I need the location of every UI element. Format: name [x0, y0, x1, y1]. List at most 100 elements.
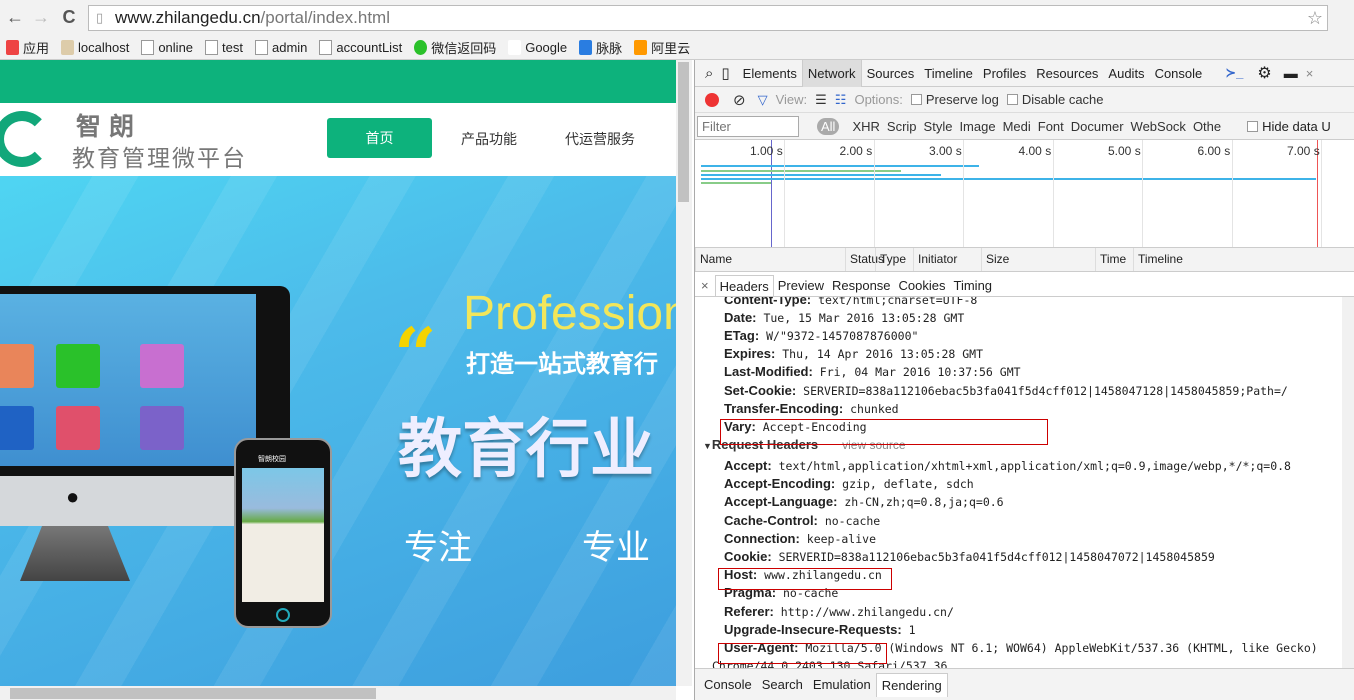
filter-bar: All XHR Scrip Style Image Medi Font Documer Web…	[695, 113, 1354, 140]
detail-tab-preview[interactable]: Preview	[774, 275, 828, 296]
column-time[interactable]: Time	[1095, 248, 1126, 271]
nav-products[interactable]: 产品功能	[461, 129, 517, 149]
header-row: Date: Tue, 15 Mar 2016 13:05:28 GMT	[724, 310, 964, 326]
drawer-tab-console[interactable]: Console	[699, 673, 757, 697]
bookmark-item[interactable]: Google	[508, 39, 568, 55]
filter-icon[interactable]: ▽	[758, 92, 768, 108]
highlight-box	[718, 643, 887, 664]
back-button[interactable]: ←	[4, 6, 26, 28]
logo-icon[interactable]	[0, 111, 50, 167]
header-name: Accept:	[724, 458, 772, 473]
detail-tab-timing[interactable]: Timing	[950, 275, 997, 296]
bookmark-item[interactable]: 应用	[6, 38, 49, 57]
filter-type-scrip[interactable]: Scrip	[887, 119, 917, 134]
header-row: Cookie: SERVERID=838a112106ebac5b3fa041f…	[724, 549, 1215, 565]
header-row: Cache-Control: no-cache	[724, 513, 880, 529]
nav-services[interactable]: 代运营服务	[565, 129, 635, 149]
bookmark-item[interactable]: 阿里云	[634, 38, 690, 57]
phone-image: 智朗校园	[234, 438, 332, 628]
filter-type-image[interactable]: Image	[959, 119, 995, 134]
disable-cache-checkbox[interactable]: Disable cache	[1006, 92, 1104, 107]
timeline-gridline	[1142, 140, 1143, 247]
reload-button[interactable]: C	[58, 6, 80, 28]
clear-icon[interactable]: ⊘	[733, 91, 746, 109]
hero-headline: Profession	[463, 287, 676, 340]
filter-input[interactable]	[697, 115, 799, 137]
filter-type-style[interactable]: Style	[924, 119, 953, 134]
column-name[interactable]: Name	[695, 248, 732, 271]
tab-sources[interactable]: Sources	[862, 60, 920, 87]
bookmarks-bar: 应用 localhost online test admin accountList 微信返…	[0, 36, 696, 58]
collapse-triangle-icon[interactable]: ▼	[703, 441, 712, 451]
filter-type-xhr[interactable]: XHR	[852, 119, 879, 134]
bookmark-item[interactable]: 脉脉	[579, 38, 622, 57]
detail-tab-response[interactable]: Response	[828, 275, 895, 296]
detail-tab-cookies[interactable]: Cookies	[895, 275, 950, 296]
forward-button[interactable]: →	[30, 6, 52, 28]
filter-all[interactable]: All	[817, 117, 840, 135]
page-horizontal-scroll-thumb[interactable]	[10, 688, 376, 699]
console-drawer-icon[interactable]: ≻_	[1225, 65, 1243, 81]
column-initiator[interactable]: Initiator	[913, 248, 957, 271]
aliyun-icon	[634, 39, 648, 55]
tab-resources[interactable]: Resources	[1031, 60, 1103, 87]
close-detail-icon[interactable]: ×	[695, 278, 715, 296]
filter-type-websock[interactable]: WebSock	[1131, 119, 1186, 134]
page-vertical-scroll-thumb[interactable]	[678, 62, 689, 202]
page-icon	[255, 39, 268, 55]
maimai-icon	[579, 39, 593, 55]
preserve-log-checkbox[interactable]: Preserve log	[910, 92, 999, 107]
bookmark-item[interactable]: accountList	[319, 39, 402, 55]
bookmark-label: 微信返回码	[431, 40, 497, 56]
bookmark-item[interactable]: localhost	[61, 39, 129, 55]
nav-home[interactable]: 首页	[327, 118, 432, 158]
address-bar[interactable]: ▯ www.zhilangedu.cn/portal/index.html ☆	[88, 5, 1328, 31]
filter-type-documer[interactable]: Documer	[1071, 119, 1124, 134]
hide-data-urls-checkbox[interactable]: Hide data U	[1247, 119, 1331, 134]
hero-big-text: 教育行业	[398, 413, 654, 485]
bookmark-label: Google	[525, 39, 568, 55]
bookmark-item[interactable]: test	[205, 39, 243, 55]
star-icon[interactable]: ☆	[1307, 6, 1323, 30]
detail-tab-headers[interactable]: Headers	[714, 275, 774, 296]
record-icon[interactable]	[705, 92, 719, 107]
tab-console[interactable]: Console	[1150, 60, 1208, 87]
drawer-tab-search[interactable]: Search	[757, 673, 808, 697]
hero-banner[interactable]: ● 智朗校园 “ Profession 打造一站式教育行 教育行业 专注 专业	[0, 176, 676, 686]
drawer-tab-rendering[interactable]: Rendering	[875, 672, 948, 697]
dock-icon[interactable]: ▬	[1284, 65, 1298, 81]
column-type[interactable]: Type	[875, 248, 906, 271]
column-timeline[interactable]: Timeline	[1133, 248, 1183, 271]
column-size[interactable]: Size	[981, 248, 1009, 271]
gear-icon[interactable]: ⚙	[1257, 63, 1271, 83]
tab-network[interactable]: Network	[801, 59, 862, 87]
header-value: text/html,application/xhtml+xml,applicat…	[778, 459, 1291, 473]
bookmark-label: 阿里云	[651, 40, 691, 56]
headers-scrollbar[interactable]	[1342, 297, 1354, 668]
tab-elements[interactable]: Elements	[738, 60, 802, 87]
timeline-tick-label: 5.00 s	[1108, 144, 1141, 158]
page-icon: ▯	[96, 10, 104, 25]
filter-type-medi[interactable]: Medi	[1003, 119, 1031, 134]
search-icon[interactable]: ⌕	[705, 65, 713, 82]
header-name: Cache-Control:	[724, 512, 818, 528]
device-mode-icon[interactable]: ▯	[721, 64, 729, 82]
list-view-icon[interactable]: ☰	[815, 92, 827, 108]
tab-profiles[interactable]: Profiles	[978, 60, 1031, 87]
bookmark-item[interactable]: admin	[255, 39, 307, 55]
waterfall-view-icon[interactable]: ☷	[835, 92, 847, 108]
filter-type-othe[interactable]: Othe	[1193, 119, 1221, 134]
bookmark-item[interactable]: 微信返回码	[414, 38, 496, 57]
close-icon[interactable]: ×	[1306, 66, 1314, 81]
quote-mark-icon: “	[394, 313, 437, 399]
timeline-overview[interactable]: 1.00 s 2.00 s 3.00 s 4.00 s 5.00 s 6.00 s 7.00…	[695, 140, 1354, 248]
bookmark-item[interactable]: online	[141, 39, 193, 55]
drawer-tab-emulation[interactable]: Emulation	[808, 673, 876, 697]
devtools-panel: ⌕ ▯ Elements Network Sources Timeline Profil…	[694, 59, 1354, 700]
header-name: Cookie:	[724, 549, 772, 564]
timeline-gridline	[1321, 140, 1322, 247]
filter-type-font[interactable]: Font	[1038, 119, 1064, 134]
tab-audits[interactable]: Audits	[1103, 60, 1149, 87]
tab-timeline[interactable]: Timeline	[919, 60, 978, 87]
header-row: Transfer-Encoding: chunked	[724, 401, 899, 417]
